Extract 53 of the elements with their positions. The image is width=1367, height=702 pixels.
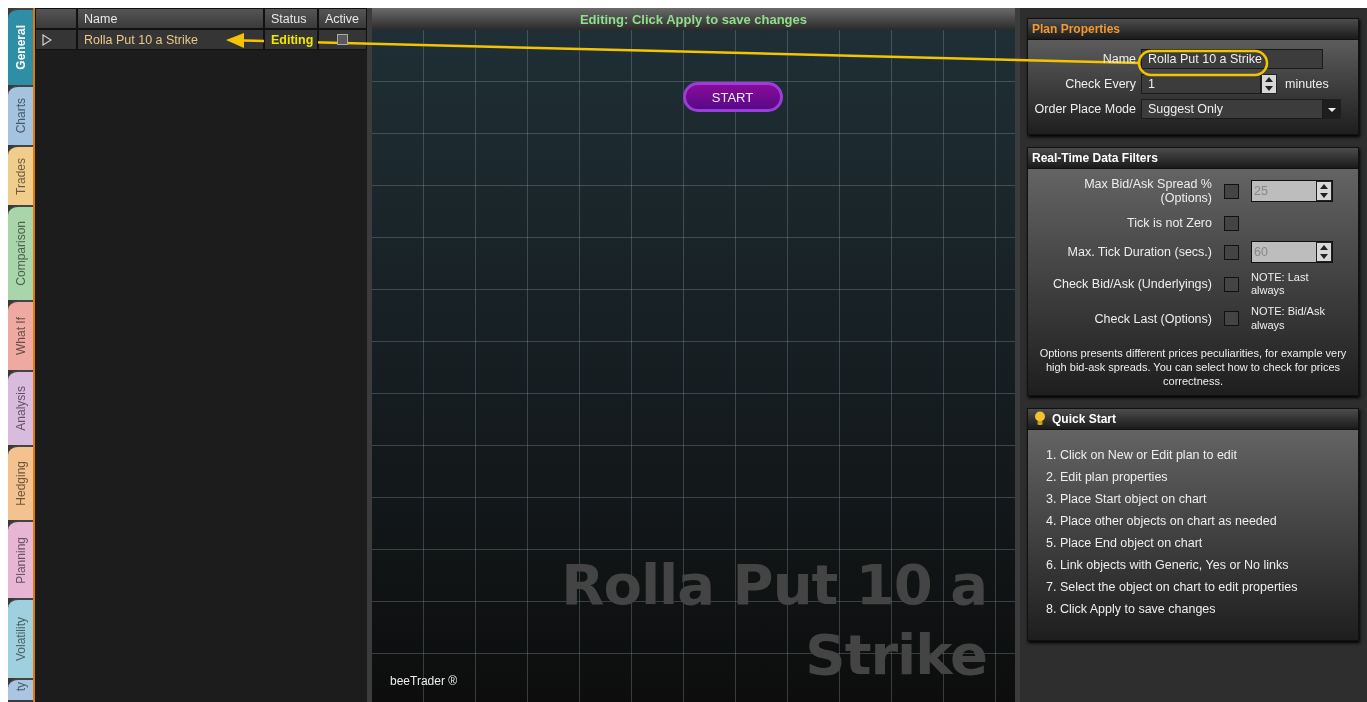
filter-note: NOTE: Last always [1251,271,1310,298]
side-tab[interactable]: Volatility [8,598,33,678]
panel-title: Real-Time Data Filters [1028,148,1358,168]
filters-description: Options presents different prices peculiarities, for example very high bid-ask spreads. You can select how to check for prices correctness. [1038,345,1348,389]
filter-checkbox[interactable] [1224,244,1239,260]
expand-triangle-icon[interactable] [42,33,52,46]
side-tab[interactable]: Analysis [8,370,33,445]
filter-label: Max Bid/Ask Spread % (Options) [1083,177,1212,205]
side-tab[interactable]: General [8,8,33,85]
filter-label: Tick is not Zero [1126,216,1212,230]
table-cell: Rolla Put 10 a Strike [77,29,264,50]
quick-start-step: 6. Link objects with Generic, Yes or No links [1046,557,1340,572]
table-header-cell[interactable]: Name [77,8,264,29]
start-node[interactable]: START [682,82,783,112]
field-label: Check Every [1065,77,1136,91]
side-tab[interactable]: What If [8,300,33,370]
quick-start-step: 1. Click on New or Edit plan to edit [1046,447,1340,462]
filter-checkbox[interactable] [1224,276,1239,292]
quick-start-step: 4. Place other objects on chart as needed [1046,513,1340,528]
filter-label: Check Bid/Ask (Underlyings) [1051,277,1212,292]
filter-checkbox[interactable] [1224,311,1239,327]
name-field[interactable]: Rolla Put 10 a Strike [1141,49,1323,69]
side-tab[interactable]: Trades [8,145,33,205]
order-mode-dropdown[interactable]: Suggest Only [1141,99,1323,119]
panel-title: Plan Properties [1028,19,1358,39]
panel-title: Quick Start [1052,411,1117,426]
status-message: Editing: Click Apply to save changes [372,8,1015,30]
quick-start-step: 7. Select the object on chart to edit properties [1046,579,1340,594]
check-every-spinner[interactable]: 1 [1141,74,1261,94]
dropdown-caret-icon[interactable] [1323,99,1341,119]
filter-checkbox[interactable] [1224,215,1239,231]
brand-label: beeTrader ® [390,674,458,690]
side-tab[interactable]: Hedging [8,445,33,520]
side-tab[interactable]: ty [8,678,33,700]
table-header-cell[interactable]: Active [318,8,367,29]
side-tab[interactable]: Comparison [8,205,33,300]
unit-label: minutes [1285,77,1329,91]
field-label: Order Place Mode [1034,102,1136,116]
quick-start-step: 5. Place End object on chart [1046,535,1340,550]
table-cell: Editing [264,29,318,50]
filter-note: NOTE: Bid/Ask always [1251,305,1326,332]
table-header-cell[interactable]: Status [264,8,318,29]
side-tab[interactable]: Planning [8,520,33,598]
quick-start-step: 2. Edit plan properties [1046,469,1340,484]
quick-start-step: 3. Place Start object on chart [1046,491,1340,506]
spinner-arrows-icon[interactable] [1261,74,1277,94]
quick-start-step: 8. Click Apply to save changes [1046,601,1340,616]
side-tab[interactable]: Charts [8,85,33,145]
filter-label: Check Last (Options) [1093,311,1212,326]
filter-label: Max. Tick Duration (secs.) [1066,245,1212,259]
lightbulb-icon [1034,411,1046,427]
filter-checkbox[interactable] [1224,183,1239,199]
active-checkbox[interactable] [337,34,348,45]
